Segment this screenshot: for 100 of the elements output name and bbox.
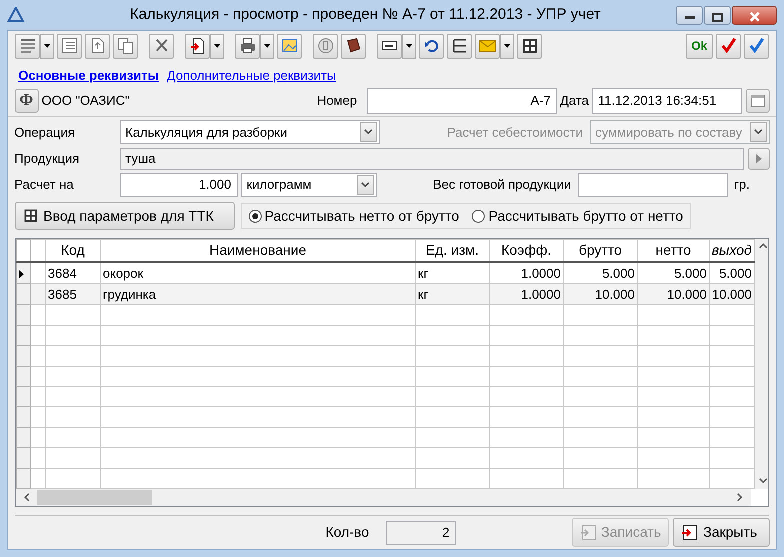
- maximize-icon: [712, 12, 723, 22]
- table-row[interactable]: 3685 грудинка кг 1.0000 10.000 10.000 10.000: [16, 284, 754, 305]
- caret-icon: [360, 182, 370, 188]
- envelope-button[interactable]: [475, 34, 500, 58]
- tree-button[interactable]: [447, 34, 472, 58]
- picture-frame-button[interactable]: [277, 34, 302, 58]
- column-header[interactable]: Ед. изм.: [416, 240, 490, 262]
- minimize-button[interactable]: [676, 6, 703, 24]
- check-icon: [720, 37, 738, 55]
- column-header[interactable]: Код: [46, 240, 100, 262]
- table-cell: кг: [416, 284, 490, 305]
- cost-label: Расчет себестоимости: [447, 124, 583, 142]
- undo-button[interactable]: [419, 34, 444, 58]
- tab[interactable]: Основные реквизиты: [14, 66, 164, 85]
- table-cell: 1.0000: [490, 284, 564, 305]
- scissors-button[interactable]: [149, 34, 174, 58]
- table-cell: 10.000: [564, 284, 638, 305]
- close-button[interactable]: [732, 6, 777, 24]
- close-icon: [748, 12, 760, 22]
- table-cell: 3685: [46, 284, 100, 305]
- minimize-icon: [684, 15, 694, 20]
- weight-label: Вес готовой продукции: [433, 176, 572, 194]
- scroll-left-icon: [24, 493, 30, 502]
- weight-unit: гр.: [734, 176, 750, 194]
- tab[interactable]: Дополнительные реквизиты: [163, 66, 340, 85]
- check-button[interactable]: [716, 34, 741, 58]
- number-field[interactable]: А-7: [366, 88, 557, 114]
- dropdown-button[interactable]: [402, 34, 416, 58]
- date-field[interactable]: 11.12.2013 16:34:51: [592, 88, 742, 114]
- caret-icon: [406, 44, 412, 48]
- scroll-right-icon: [737, 493, 743, 502]
- radio-button[interactable]: [248, 210, 262, 222]
- close-window-button[interactable]: Закрыть: [672, 518, 770, 547]
- printer-button[interactable]: [235, 34, 260, 58]
- grid-icon: [520, 37, 538, 55]
- list-icon: [18, 37, 36, 55]
- scroll-thumb[interactable]: [37, 490, 152, 505]
- column-header[interactable]: брутто: [564, 240, 638, 262]
- org-button[interactable]: Ф: [14, 88, 38, 112]
- coin-icon: [316, 37, 334, 55]
- grid-icon: [22, 208, 38, 224]
- caret-icon: [44, 44, 50, 48]
- calendar-button[interactable]: [746, 88, 770, 112]
- product-field[interactable]: туша: [120, 148, 744, 170]
- ttk-button[interactable]: Ввод параметров для ТТК: [14, 202, 234, 230]
- check-button[interactable]: [744, 34, 769, 58]
- column-header[interactable]: Коэфф.: [490, 240, 564, 262]
- import-icon: [188, 37, 206, 55]
- caret-icon: [754, 129, 762, 136]
- vertical-scrollbar[interactable]: [755, 239, 768, 489]
- radio-button[interactable]: [472, 210, 486, 222]
- calc-label: Расчет на: [14, 176, 75, 194]
- count-label: Кол-во: [326, 523, 370, 542]
- calendar-icon: [750, 94, 764, 106]
- ok-button[interactable]: Ok: [686, 34, 713, 58]
- card-button[interactable]: [377, 34, 402, 58]
- document-button[interactable]: [85, 34, 110, 58]
- unit-dropdown[interactable]: килограмм: [240, 172, 377, 197]
- count-field: 2: [386, 520, 456, 544]
- scroll-up-icon: [759, 243, 768, 249]
- grid-button[interactable]: [517, 34, 542, 58]
- maximize-button[interactable]: [704, 6, 731, 24]
- column-header[interactable]: Наименование: [100, 240, 416, 262]
- weight-field[interactable]: [578, 172, 728, 197]
- table-cell: грудинка: [100, 284, 416, 305]
- app-icon: [7, 7, 25, 23]
- product-label: Продукция: [14, 150, 81, 168]
- caret-icon: [264, 44, 270, 48]
- operation-label: Операция: [14, 124, 76, 142]
- exit-icon: [680, 524, 698, 540]
- org-text: ООО "ОАЗИС": [42, 92, 130, 110]
- dropdown-button[interactable]: [40, 34, 54, 58]
- dropdown-button[interactable]: [260, 34, 274, 58]
- table-cell: 10.000: [710, 284, 754, 305]
- copy-button[interactable]: [113, 34, 138, 58]
- play-icon: [756, 154, 762, 164]
- radio-option[interactable]: Рассчитывать нетто от брутто: [248, 206, 460, 226]
- table-button[interactable]: [57, 34, 82, 58]
- table-cell: 10.000: [638, 284, 710, 305]
- dropdown-button[interactable]: [210, 34, 224, 58]
- check-icon: [748, 37, 766, 55]
- copy-icon: [116, 37, 134, 55]
- quantity-field[interactable]: 1.000: [120, 172, 238, 197]
- horizontal-scrollbar[interactable]: [16, 489, 751, 506]
- table-icon: [60, 37, 78, 55]
- printer-icon: [238, 37, 256, 55]
- date-label: Дата: [560, 92, 589, 110]
- caret-icon: [364, 129, 372, 136]
- number-label: Номер: [317, 92, 358, 110]
- list-button[interactable]: [15, 34, 40, 58]
- import-button[interactable]: [185, 34, 210, 58]
- column-header[interactable]: выход: [710, 240, 754, 262]
- radio-option[interactable]: Рассчитывать брутто от нетто: [472, 206, 684, 226]
- book-button[interactable]: [341, 34, 366, 58]
- dropdown-button[interactable]: [500, 34, 514, 58]
- column-header[interactable]: нетто: [638, 240, 710, 262]
- scroll-down-icon: [759, 478, 768, 484]
- operation-dropdown[interactable]: Калькуляция для разборки: [120, 120, 380, 144]
- tree-icon: [450, 37, 468, 55]
- select-button[interactable]: [748, 148, 770, 170]
